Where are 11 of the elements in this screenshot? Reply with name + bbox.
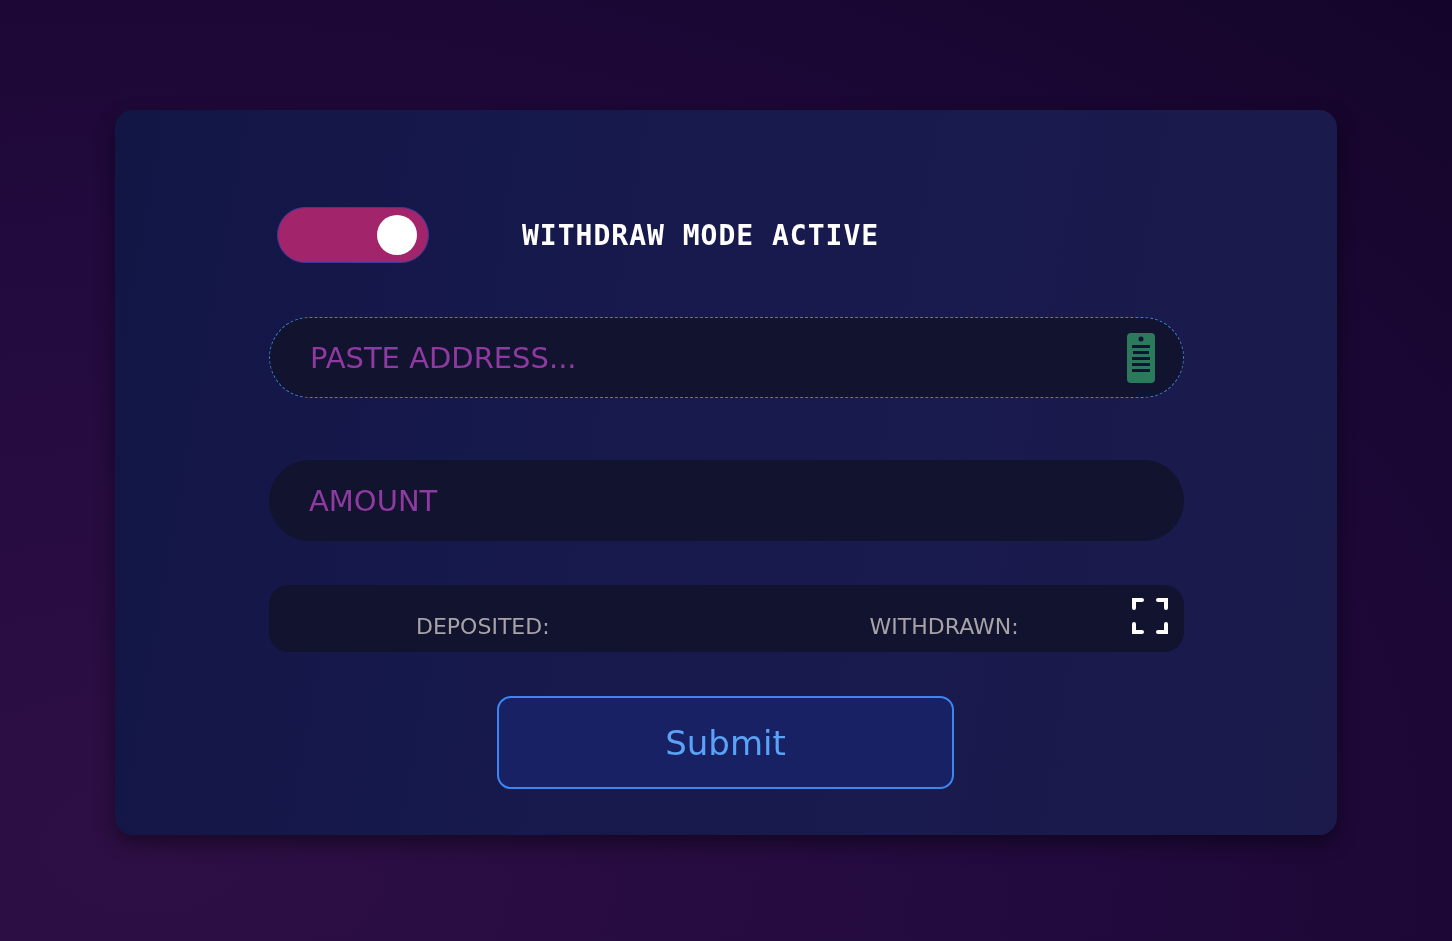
mode-toggle[interactable] bbox=[277, 207, 429, 263]
submit-button[interactable]: Submit bbox=[497, 696, 954, 789]
stat-label: DEPOSITED: bbox=[416, 613, 550, 639]
amount-field[interactable]: AMOUNT bbox=[269, 460, 1184, 541]
address-field[interactable]: PASTE ADDRESS... bbox=[269, 317, 1184, 398]
mode-label: WITHDRAW MODE ACTIVE bbox=[522, 218, 880, 252]
stat-label: WITHDRAWN: bbox=[869, 613, 1019, 639]
amount-input[interactable]: AMOUNT bbox=[307, 482, 1156, 519]
address-input[interactable]: PASTE ADDRESS... bbox=[308, 339, 1127, 376]
expand-icon[interactable] bbox=[1132, 598, 1168, 634]
clipboard-icon bbox=[1127, 332, 1155, 383]
